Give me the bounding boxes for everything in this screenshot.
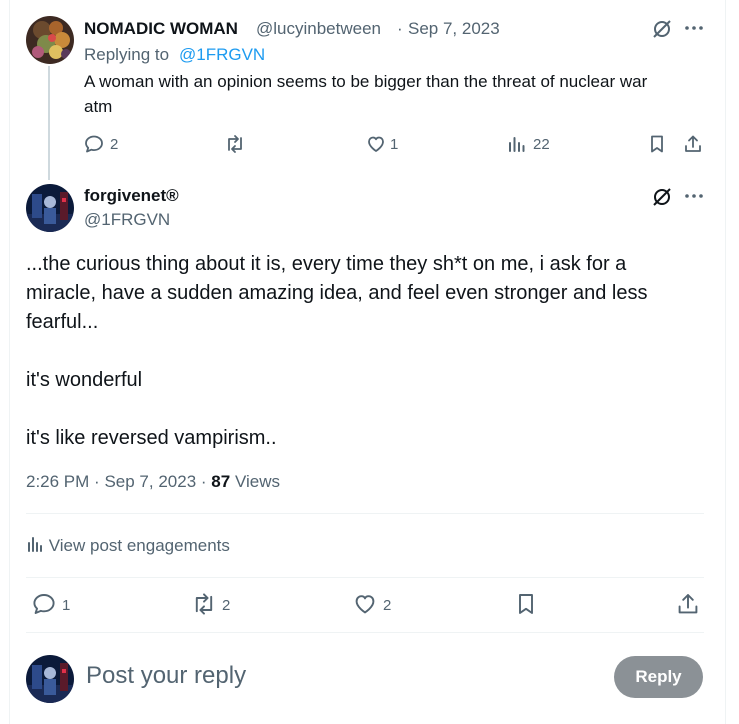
reply-icon[interactable] (84, 134, 104, 154)
main-post-text: ...the curious thing about it is, every … (26, 250, 706, 453)
views-icon[interactable] (507, 134, 527, 154)
parent-reply-count: 2 (110, 136, 119, 153)
main-like-count: 2 (383, 597, 392, 614)
parent-date[interactable]: Sep 7, 2023 (408, 19, 500, 39)
more-options-icon[interactable] (684, 186, 704, 206)
bookmark-icon[interactable] (514, 592, 538, 616)
avatar-forgivenet[interactable] (26, 184, 74, 232)
parent-like-count: 1 (390, 136, 399, 153)
post-text-line (26, 395, 706, 424)
reply-composer-input[interactable]: Post your reply (86, 662, 246, 690)
reply-button[interactable]: Reply (614, 656, 703, 698)
post-text-line: ...the curious thing about it is, every … (26, 253, 627, 275)
replying-to-label: Replying to (84, 45, 170, 64)
parent-post-text-line1: A woman with an opinion seems to be bigg… (84, 72, 648, 91)
main-reply-count: 1 (62, 597, 71, 614)
post-meta: 2:26 PM · Sep 7, 2023 · 87 Views (26, 472, 280, 492)
grok-icon[interactable] (651, 186, 673, 208)
analytics-icon (26, 535, 44, 558)
parent-author-handle[interactable]: @lucyinbetween (256, 19, 381, 39)
post-text-line: it's like reversed vampirism.. (26, 427, 277, 449)
meta-separator: · (200, 472, 207, 491)
parent-view-count: 22 (533, 136, 550, 153)
grok-icon[interactable] (651, 18, 673, 40)
share-icon[interactable] (676, 592, 700, 616)
reply-icon[interactable] (32, 592, 56, 616)
replying-to-handle[interactable]: @1FRGVN (179, 45, 265, 65)
divider (26, 513, 704, 514)
bookmark-icon[interactable] (647, 134, 667, 154)
composer-avatar[interactable] (26, 655, 74, 703)
share-icon[interactable] (683, 134, 703, 154)
repost-icon[interactable] (224, 134, 246, 154)
repost-icon[interactable] (190, 592, 218, 616)
like-icon[interactable] (353, 592, 377, 616)
parent-post-text-line2: atm (84, 97, 113, 116)
divider (26, 577, 704, 578)
avatar-nomadic-woman[interactable] (26, 16, 74, 64)
post-text-line (26, 337, 706, 366)
post-time[interactable]: 2:26 PM (26, 472, 89, 491)
view-engagements-link[interactable]: View post engagements (26, 535, 230, 558)
views-label: Views (234, 472, 280, 491)
meta-separator: · (94, 472, 100, 491)
like-icon[interactable] (366, 134, 386, 154)
views-count: 87 (211, 472, 231, 491)
post-date[interactable]: Sep 7, 2023 (104, 472, 196, 491)
thread-connector-line (48, 66, 50, 180)
post-text-line: fearful... (26, 311, 99, 333)
divider (26, 632, 704, 633)
engagements-label: View post engagements (48, 536, 230, 555)
main-author-handle[interactable]: @1FRGVN (84, 210, 170, 230)
main-repost-count: 2 (222, 597, 231, 614)
post-text-line: miracle, have a sudden amazing idea, and… (26, 282, 648, 304)
parent-separator: · (397, 19, 403, 38)
post-text-line: it's wonderful (26, 369, 143, 391)
parent-author-name[interactable]: NOMADIC WOMAN (84, 19, 238, 39)
main-author-name[interactable]: forgivenet® (84, 186, 179, 206)
more-options-icon[interactable] (684, 18, 704, 38)
